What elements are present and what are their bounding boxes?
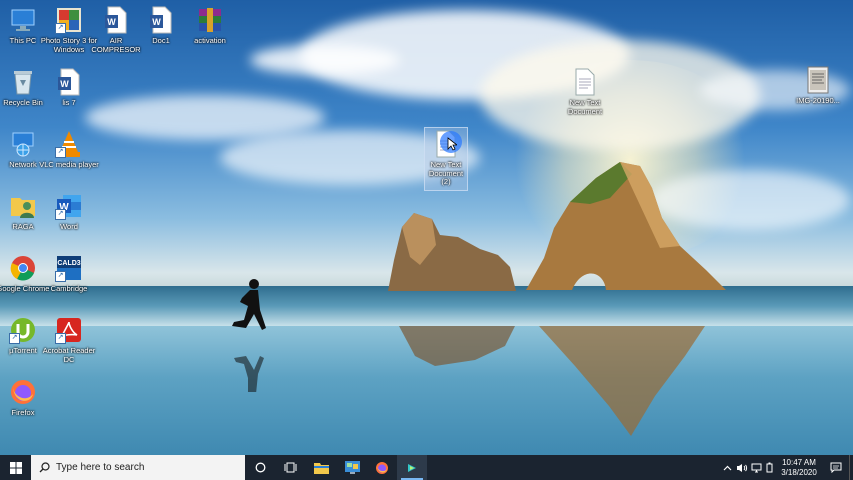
firefox-icon [376, 461, 388, 474]
task-view-button[interactable] [275, 455, 305, 480]
text-document-icon [432, 130, 462, 158]
desktop-icon-img-2019[interactable]: IMG-20190... [788, 66, 848, 106]
firefox-icon [9, 378, 37, 406]
cortana-icon [255, 462, 265, 473]
svg-text:W: W [152, 17, 161, 27]
taskbar-firefox[interactable] [367, 455, 397, 480]
control-panel-icon [344, 461, 360, 474]
taskbar: Type here to search 10:47 AM 3/18/2020 [0, 455, 853, 480]
utorrent-icon: ↗ [9, 316, 37, 344]
start-button[interactable] [0, 455, 31, 480]
mouse-pointer-icon [447, 137, 457, 151]
visual-studio-code-icon [408, 463, 416, 472]
large-rock-arch [526, 162, 726, 290]
speaker-icon [737, 463, 748, 472]
show-desktop-button[interactable] [849, 455, 853, 480]
user-folder-icon [9, 192, 37, 220]
photo-story-icon: ↗ [55, 6, 83, 34]
network-status-icon [751, 463, 761, 472]
search-icon [39, 462, 50, 473]
desktop-icon-activation[interactable]: activation [180, 6, 240, 46]
shortcut-arrow-icon: ↗ [55, 209, 66, 220]
icon-label: New Text Document (2) [428, 160, 464, 186]
icon-label: This PC [9, 36, 37, 45]
taskbar-control-panel[interactable] [337, 455, 367, 480]
taskbar-active-app[interactable] [397, 455, 427, 480]
runner-silhouette [232, 279, 266, 392]
network-tray-button[interactable] [749, 455, 763, 480]
icon-label: activation [194, 36, 226, 45]
desktop-wallpaper[interactable]: This PC ↗ Photo Story 3 for Windows W AI… [0, 0, 853, 455]
battery-icon [766, 462, 772, 473]
task-view-icon [284, 462, 296, 473]
icon-label: RAGA [12, 222, 34, 231]
icon-label: Doc1 [152, 36, 170, 45]
shortcut-arrow-icon: ↗ [55, 23, 66, 34]
icon-label: µTorrent [9, 346, 37, 355]
desktop-icon-new-text-document[interactable]: New Text Document [555, 68, 615, 116]
rock-reflection [399, 326, 515, 366]
clock-date: 3/18/2020 [781, 467, 817, 477]
volume-button[interactable] [735, 455, 749, 480]
cortana-button[interactable] [245, 455, 275, 480]
icon-label: Word [60, 222, 78, 231]
icon-label: Acrobat Reader DC [42, 346, 96, 364]
recycle-bin-icon [9, 68, 37, 96]
desktop-icon-new-text-document-2[interactable]: New Text Document (2) [424, 127, 468, 191]
shortcut-arrow-icon: ↗ [55, 147, 66, 158]
desktop-icon-word[interactable]: W ↗ Word [39, 192, 99, 232]
winrar-archive-icon [196, 6, 224, 34]
chevron-up-icon [723, 465, 731, 470]
icon-label: VLC media player [39, 160, 99, 169]
icon-label: New Text Document [567, 98, 603, 116]
icon-label: Firefox [11, 408, 35, 417]
icon-label: lis 7 [62, 98, 76, 107]
text-document-icon [571, 68, 599, 96]
taskbar-search-box[interactable]: Type here to search [31, 455, 245, 480]
icon-label: Cambridge [50, 284, 88, 293]
action-center-button[interactable] [823, 455, 849, 480]
shortcut-arrow-icon: ↗ [55, 333, 66, 344]
desktop-icon-lis7[interactable]: W lis 7 [39, 68, 99, 108]
vlc-icon: ↗ [55, 130, 83, 158]
clock-time: 10:47 AM [782, 458, 816, 467]
svg-text:W: W [60, 79, 69, 89]
battery-button[interactable] [763, 455, 775, 480]
notification-icon [830, 462, 842, 473]
desktop-icon-vlc[interactable]: ↗ VLC media player [39, 130, 99, 170]
chrome-icon [9, 254, 37, 282]
small-rock-arch [388, 213, 516, 291]
cald3-icon: CALD3 ↗ [55, 254, 83, 282]
show-hidden-icons-button[interactable] [719, 455, 735, 480]
shortcut-arrow-icon: ↗ [55, 271, 66, 282]
svg-text:W: W [107, 17, 116, 27]
search-placeholder: Type here to search [56, 462, 145, 473]
shortcut-arrow-icon: ↗ [9, 333, 20, 344]
image-file-icon [804, 66, 832, 94]
this-pc-icon [9, 6, 37, 34]
word-app-icon: W ↗ [55, 192, 83, 220]
word-document-icon: W [147, 6, 175, 34]
acrobat-icon: ↗ [55, 316, 83, 344]
word-document-icon: W [102, 6, 130, 34]
icon-label: Recycle Bin [3, 98, 43, 107]
large-rock-reflection [539, 326, 705, 436]
clock[interactable]: 10:47 AM 3/18/2020 [775, 455, 823, 480]
icon-label: Network [9, 160, 37, 169]
taskbar-file-explorer[interactable] [305, 455, 337, 480]
cloud [250, 45, 400, 75]
desktop-icon-cambridge[interactable]: CALD3 ↗ Cambridge [39, 254, 99, 294]
network-icon [9, 130, 37, 158]
desktop-icon-acrobat[interactable]: ↗ Acrobat Reader DC [39, 316, 99, 364]
file-explorer-icon [313, 463, 329, 474]
windows-logo-icon [9, 461, 22, 474]
icon-label: IMG-20190... [796, 96, 840, 105]
desktop-icon-firefox[interactable]: Firefox [0, 378, 53, 418]
svg-text:CALD3: CALD3 [57, 260, 80, 267]
word-document-icon: W [55, 68, 83, 96]
